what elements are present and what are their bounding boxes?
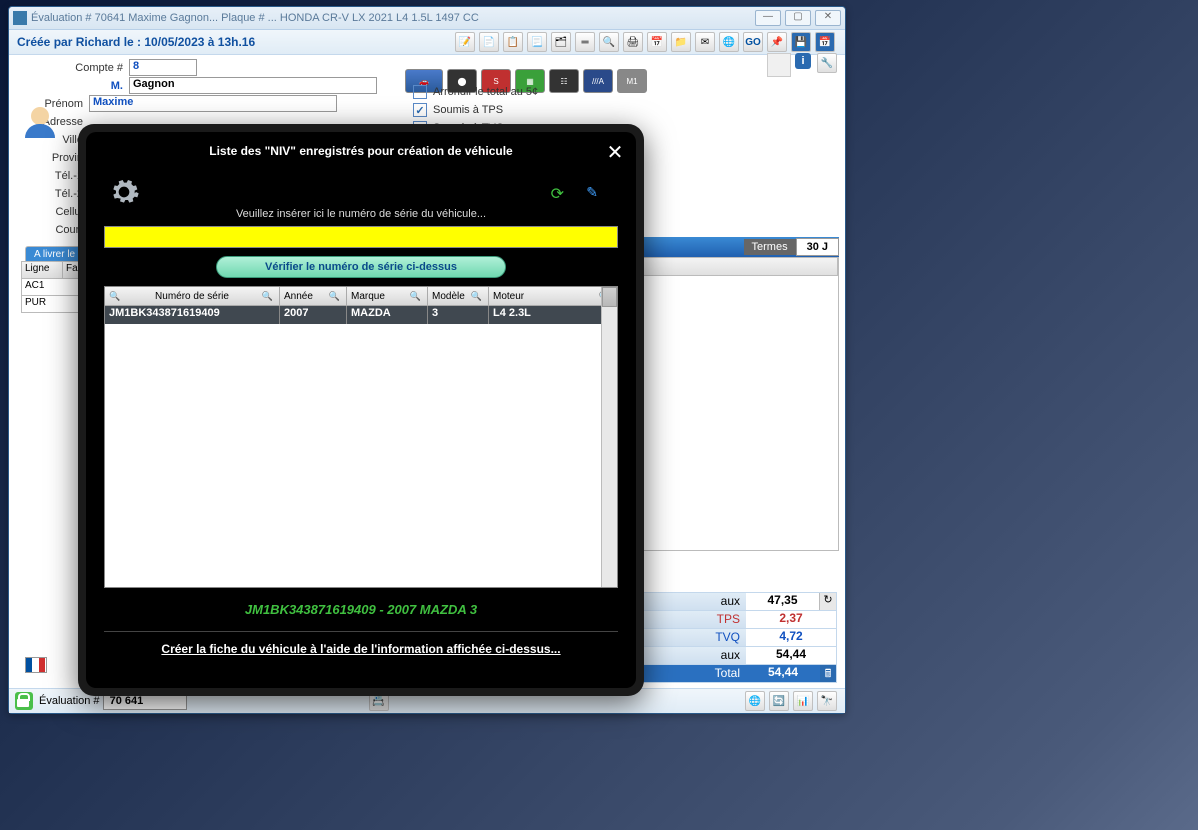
eval-label: Évaluation # (39, 695, 100, 707)
minimize-button[interactable]: — (755, 10, 781, 26)
aux-total: 54,44 (746, 647, 836, 664)
lock-icon[interactable] (15, 692, 33, 710)
totals-panel: aux47,35↻ TPS2,37 TVQ4,72 aux54,44 Total… (641, 593, 837, 683)
save-icon[interactable]: 💾 (791, 32, 811, 52)
toolbar-icon-11[interactable]: ✉ (695, 32, 715, 52)
close-button[interactable]: ✕ (815, 10, 841, 26)
vin-row[interactable]: JM1BK343871619409 2007 MAZDA 3 L4 2.3L (105, 306, 617, 324)
vin-input[interactable] (104, 226, 618, 248)
tps-checkbox[interactable]: ✓ (413, 103, 427, 117)
tvq-total: 4,72 (746, 629, 836, 646)
modal-close-button[interactable]: ✕ (604, 140, 626, 162)
modal-title: Liste des "NIV" enregistrés pour créatio… (86, 132, 636, 166)
toolbar-icon-12[interactable]: 🌐 (719, 32, 739, 52)
calc-icon[interactable]: 🖩 (820, 665, 836, 682)
info-banner: Créée par Richard le : 10/05/2023 à 13h.… (9, 30, 845, 55)
refresh-icon[interactable]: ⟳ (551, 184, 564, 204)
round-checkbox[interactable] (413, 85, 427, 99)
scrollbar[interactable] (601, 287, 617, 587)
toolbar-icon-7[interactable]: 🔍 (599, 32, 619, 52)
person-icon (23, 107, 57, 141)
tps-total: 2,37 (746, 611, 836, 628)
account-value[interactable]: 8 (129, 59, 197, 76)
selected-vin: JM1BK343871619409 - 2007 MAZDA 3 (86, 602, 636, 617)
footer-icon-binoculars[interactable]: 🔭 (817, 691, 837, 711)
gear-icon[interactable] (108, 176, 140, 208)
grand-total: 54,44 (746, 665, 820, 682)
toolbar-icon-13[interactable]: 📌 (767, 32, 787, 52)
round-label: Arrondir le total au 5¢ (433, 86, 538, 98)
app-icon (13, 11, 27, 25)
toolbar-icon-1[interactable]: 📝 (455, 32, 475, 52)
toolbar-icon-10[interactable]: 📁 (671, 32, 691, 52)
toolbar-icon-6[interactable]: ═ (575, 32, 595, 52)
deliver-tab[interactable]: A livrer le (25, 246, 84, 262)
created-by-text: Créée par Richard le : 10/05/2023 à 13h.… (17, 35, 453, 49)
refresh-totals-icon[interactable]: ↻ (819, 593, 836, 610)
toolbar-icon-5[interactable]: 🗂 (551, 32, 571, 52)
subtotal-value: 47,35 (746, 593, 819, 610)
lastname-label: M. (53, 80, 129, 92)
toolbar-icon-2[interactable]: 📄 (479, 32, 499, 52)
terms-value[interactable]: 30 J (796, 238, 839, 256)
modal-message: Veuillez insérer ici le numéro de série … (86, 208, 636, 220)
vin-modal: Liste des "NIV" enregistrés pour créatio… (78, 124, 644, 696)
calendar-icon[interactable]: 📅 (815, 32, 835, 52)
terms-label: Termes (744, 239, 796, 255)
firstname-value[interactable]: Maxime (89, 95, 337, 112)
verify-button[interactable]: Vérifier le numéro de série ci-dessus (216, 256, 506, 278)
edit-icon[interactable]: ✎ (586, 184, 598, 201)
footer-icon-2[interactable]: 🔄 (769, 691, 789, 711)
check-button[interactable] (767, 53, 791, 77)
tool-icon[interactable]: 🔧 (817, 53, 837, 73)
go-button[interactable]: GO (743, 32, 763, 52)
footer-icon-globe[interactable]: 🌐 (745, 691, 765, 711)
toolbar-icon-4[interactable]: 📃 (527, 32, 547, 52)
toolbar-icon-3[interactable]: 📋 (503, 32, 523, 52)
tps-label: Soumis à TPS (433, 104, 503, 116)
footer-icon-3[interactable]: 📊 (793, 691, 813, 711)
maximize-button[interactable]: ▢ (785, 10, 811, 26)
lastname-value[interactable]: Gagnon (129, 77, 377, 94)
window-title: Évaluation # 70641 Maxime Gagnon... Plaq… (31, 12, 755, 24)
account-label: Compte # (53, 62, 129, 74)
toolbar-icon-9[interactable]: 📅 (647, 32, 667, 52)
search-icon[interactable]: 🔍 (109, 291, 120, 302)
title-bar[interactable]: Évaluation # 70641 Maxime Gagnon... Plaq… (9, 7, 845, 30)
toolbar-icon-8[interactable]: 🖨 (623, 32, 643, 52)
vin-grid: 🔍Numéro de série🔍 Année🔍 Marque🔍 Modèle🔍… (104, 286, 618, 588)
info-icon[interactable]: i (795, 53, 811, 69)
flag-fr-icon[interactable] (25, 657, 47, 673)
create-vehicle-link[interactable]: Créer la fiche du véhicule à l'aide de l… (104, 631, 618, 656)
